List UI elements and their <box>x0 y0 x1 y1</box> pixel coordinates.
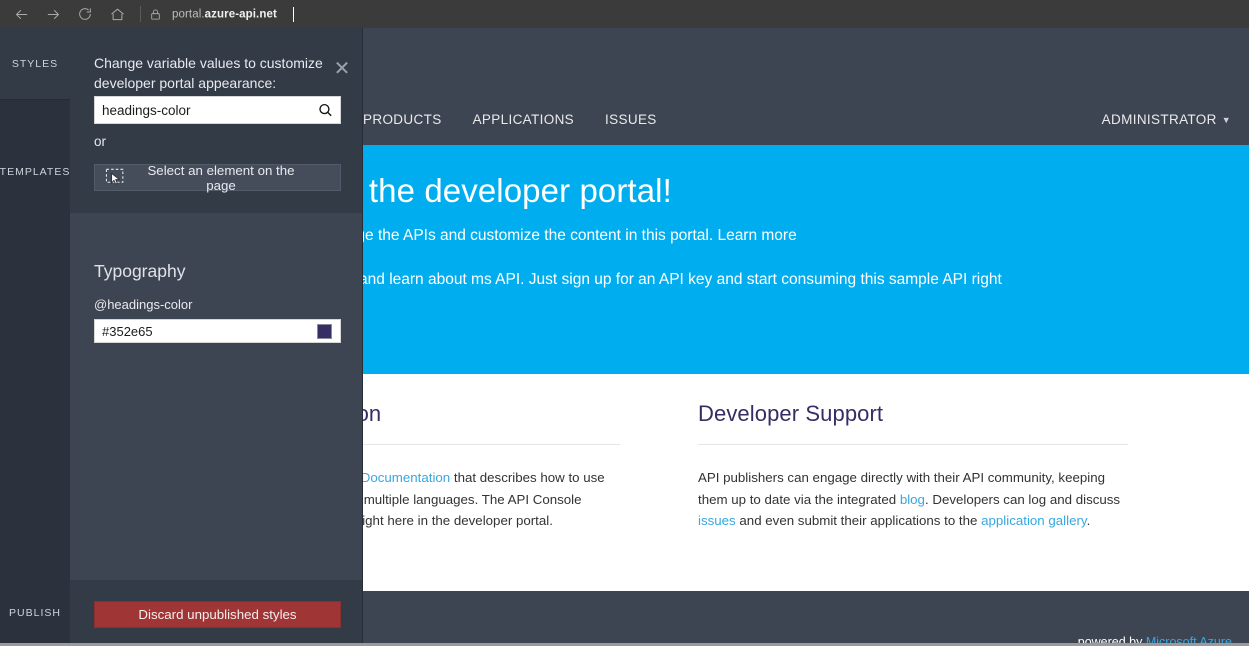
portal-main-nav: PRODUCTS APPLICATIONS ISSUES <box>363 112 688 127</box>
tab-publish[interactable]: PUBLISH <box>0 580 70 646</box>
address-bar[interactable]: portal.azure-api.net <box>172 7 294 22</box>
inline-link[interactable]: blog <box>900 492 925 507</box>
panel-publish-section: Discard unpublished styles <box>70 580 363 646</box>
forward-icon[interactable] <box>40 1 66 27</box>
toolbar-divider <box>140 6 141 22</box>
nav-item-issues[interactable]: ISSUES <box>605 112 657 127</box>
tab-templates-label: TEMPLATES <box>0 166 70 178</box>
url-prefix: portal. <box>172 8 205 20</box>
portal-header: PRODUCTS APPLICATIONS ISSUES ADMINISTRAT… <box>363 28 1249 145</box>
tab-styles[interactable]: STYLES <box>0 28 70 100</box>
color-hex-input[interactable] <box>95 324 317 339</box>
search-icon[interactable] <box>310 97 340 123</box>
search-input[interactable] <box>95 103 310 118</box>
marquee-select-icon <box>98 168 132 187</box>
styles-editor-panel: STYLES TEMPLATES PUBLISH ✕ Change variab… <box>0 28 363 646</box>
refresh-icon[interactable] <box>72 1 98 27</box>
chevron-down-icon: ▼ <box>1222 116 1231 125</box>
inline-link[interactable]: application gallery <box>981 513 1086 528</box>
panel-typography-section: Typography @headings-color <box>70 213 363 608</box>
variable-name-label: @headings-color <box>94 297 192 312</box>
panel-intro-text: Change variable values to customize deve… <box>94 54 346 94</box>
back-icon[interactable] <box>8 1 34 27</box>
browser-toolbar: portal.azure-api.net <box>0 0 1249 28</box>
column-heading: Developer Support <box>698 374 1128 444</box>
nav-item-products[interactable]: PRODUCTS <box>363 112 442 127</box>
panel-right-edge <box>362 28 363 646</box>
or-label: or <box>94 134 106 149</box>
rail-filler <box>0 244 70 580</box>
column-developer-support: Developer Support API publishers can eng… <box>698 374 1128 532</box>
nav-item-applications[interactable]: APPLICATIONS <box>473 112 574 127</box>
tab-publish-label: PUBLISH <box>9 607 61 619</box>
administrator-menu[interactable]: ADMINISTRATOR ▼ <box>1102 112 1231 127</box>
panel-tabs-rail: STYLES TEMPLATES PUBLISH <box>0 28 70 646</box>
select-element-label: Select an element on the page <box>132 163 340 193</box>
discard-unpublished-styles-button[interactable]: Discard unpublished styles <box>94 601 341 628</box>
screen-root: portal.azure-api.net PRODUCTS APPLICATIO… <box>0 0 1249 646</box>
select-element-button[interactable]: Select an element on the page <box>94 164 341 191</box>
heading-divider <box>698 444 1128 445</box>
inline-link[interactable]: issues <box>698 513 736 528</box>
panel-search-section: ✕ Change variable values to customize de… <box>70 28 363 213</box>
variable-search-box[interactable] <box>94 96 341 124</box>
color-value-field[interactable] <box>94 319 341 343</box>
column-body: API publishers can engage directly with … <box>698 467 1128 532</box>
lock-icon <box>149 7 162 22</box>
url-domain: azure-api.net <box>205 8 277 20</box>
text-cursor <box>293 7 294 22</box>
home-icon[interactable] <box>104 1 130 27</box>
administrator-label: ADMINISTRATOR <box>1102 112 1217 127</box>
tab-templates[interactable]: TEMPLATES <box>0 100 70 244</box>
typography-section-title: Typography <box>94 261 185 282</box>
panel-body: ✕ Change variable values to customize de… <box>70 28 363 646</box>
tab-styles-label: STYLES <box>12 58 58 70</box>
color-swatch[interactable] <box>317 324 332 339</box>
